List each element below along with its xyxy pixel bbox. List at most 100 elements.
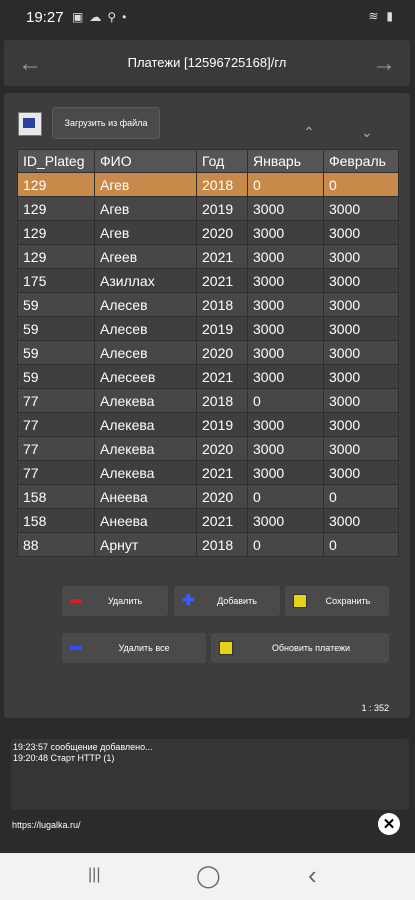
table-cell[interactable]: 129	[17, 220, 95, 245]
table-cell[interactable]: 3000	[247, 460, 324, 485]
table-cell[interactable]: 3000	[323, 244, 399, 269]
table-cell[interactable]: 3000	[323, 196, 399, 221]
table-row[interactable]: 129 Агеев 2021 3000 3000	[17, 244, 399, 269]
table-cell[interactable]: 3000	[323, 316, 399, 341]
table-cell[interactable]: 0	[323, 172, 399, 197]
add-button[interactable]: ✚ Добавить	[174, 586, 280, 616]
column-header[interactable]: ID_Plateg	[17, 149, 95, 173]
table-cell[interactable]: 2021	[196, 244, 248, 269]
load-from-file-button[interactable]: Загрузить из файла	[52, 107, 160, 139]
table-row[interactable]: 59 Алесеев 2021 3000 3000	[17, 364, 399, 389]
table-cell[interactable]: 3000	[247, 292, 324, 317]
table-row[interactable]: 59 Алесев 2019 3000 3000	[17, 316, 399, 341]
table-cell[interactable]: Агеев	[94, 244, 197, 269]
scroll-up-icon[interactable]: ⌃	[303, 124, 315, 141]
table-cell[interactable]: Алесеев	[94, 364, 197, 389]
table-row[interactable]: 158 Анеева 2021 3000 3000	[17, 508, 399, 533]
column-header[interactable]: Февраль	[323, 149, 399, 173]
table-cell[interactable]: 77	[17, 436, 95, 461]
table-cell[interactable]: 2020	[196, 436, 248, 461]
table-cell[interactable]: 0	[247, 484, 324, 509]
table-cell[interactable]: Арнут	[94, 532, 197, 557]
table-cell[interactable]: 129	[17, 244, 95, 269]
refresh-payments-button[interactable]: Обновить платежи	[211, 633, 389, 663]
table-cell[interactable]: Агев	[94, 196, 197, 221]
nav-back-icon[interactable]: ‹	[308, 860, 317, 891]
table-cell[interactable]: 2018	[196, 388, 248, 413]
table-cell[interactable]: 3000	[247, 340, 324, 365]
table-cell[interactable]: 77	[17, 412, 95, 437]
table-row[interactable]: 129 Агев 2019 3000 3000	[17, 196, 399, 221]
table-cell[interactable]: 3000	[247, 196, 324, 221]
table-cell[interactable]: 3000	[323, 292, 399, 317]
table-cell[interactable]: Анеева	[94, 508, 197, 533]
table-cell[interactable]: 2021	[196, 268, 248, 293]
table-row[interactable]: 59 Алесев 2018 3000 3000	[17, 292, 399, 317]
table-cell[interactable]: 59	[17, 364, 95, 389]
table-cell[interactable]: 0	[247, 388, 324, 413]
table-cell[interactable]: 3000	[247, 412, 324, 437]
recent-apps-icon[interactable]: |||	[88, 866, 100, 884]
table-cell[interactable]: 2021	[196, 460, 248, 485]
table-cell[interactable]: Агев	[94, 172, 197, 197]
table-cell[interactable]: 3000	[323, 364, 399, 389]
table-cell[interactable]: 2020	[196, 340, 248, 365]
table-cell[interactable]: 3000	[323, 508, 399, 533]
table-cell[interactable]: 59	[17, 316, 95, 341]
column-header[interactable]: Январь	[247, 149, 324, 173]
site-link[interactable]: https://lugalka.ru/	[12, 820, 81, 830]
table-cell[interactable]: 3000	[323, 340, 399, 365]
table-cell[interactable]: Алекева	[94, 388, 197, 413]
table-cell[interactable]: 3000	[323, 220, 399, 245]
save-button[interactable]: Сохранить	[285, 586, 389, 616]
table-cell[interactable]: 3000	[323, 412, 399, 437]
table-cell[interactable]: 2019	[196, 196, 248, 221]
table-row[interactable]: 158 Анеева 2020 0 0	[17, 484, 399, 509]
table-cell[interactable]: Алесев	[94, 292, 197, 317]
table-cell[interactable]: 59	[17, 340, 95, 365]
scroll-down-icon[interactable]: ⌄	[361, 124, 373, 141]
table-cell[interactable]: 0	[323, 532, 399, 557]
table-cell[interactable]: 3000	[247, 508, 324, 533]
table-row[interactable]: 59 Алесев 2020 3000 3000	[17, 340, 399, 365]
forward-arrow-icon[interactable]: →	[372, 50, 396, 78]
table-cell[interactable]: 77	[17, 460, 95, 485]
table-cell[interactable]: 2018	[196, 172, 248, 197]
table-row[interactable]: 88 Арнут 2018 0 0	[17, 532, 399, 557]
table-cell[interactable]: 77	[17, 388, 95, 413]
table-cell[interactable]: 3000	[323, 268, 399, 293]
column-header[interactable]: ФИО	[94, 149, 197, 173]
table-cell[interactable]: 0	[247, 532, 324, 557]
back-arrow-icon[interactable]: ←	[18, 50, 42, 78]
table-cell[interactable]: 3000	[247, 220, 324, 245]
table-cell[interactable]: Агев	[94, 220, 197, 245]
table-cell[interactable]: 129	[17, 172, 95, 197]
table-cell[interactable]: 3000	[247, 244, 324, 269]
table-row[interactable]: 77 Алекева 2018 0 3000	[17, 388, 399, 413]
table-cell[interactable]: Алекева	[94, 436, 197, 461]
table-cell[interactable]: 3000	[323, 460, 399, 485]
table-cell[interactable]: 88	[17, 532, 95, 557]
delete-button[interactable]: Удалить	[62, 586, 168, 616]
column-header[interactable]: Год	[196, 149, 248, 173]
table-cell[interactable]: 2018	[196, 532, 248, 557]
table-cell[interactable]: 59	[17, 292, 95, 317]
table-cell[interactable]: 175	[17, 268, 95, 293]
file-icon[interactable]	[18, 112, 42, 136]
table-cell[interactable]: 2019	[196, 412, 248, 437]
table-cell[interactable]: 158	[17, 484, 95, 509]
table-cell[interactable]: 2021	[196, 364, 248, 389]
table-cell[interactable]: 3000	[247, 268, 324, 293]
table-row[interactable]: 129 Агев 2018 0 0	[17, 172, 399, 197]
table-cell[interactable]: Азиллах	[94, 268, 197, 293]
table-cell[interactable]: 3000	[247, 436, 324, 461]
table-cell[interactable]: Алекева	[94, 412, 197, 437]
table-cell[interactable]: 3000	[247, 364, 324, 389]
table-cell[interactable]: 2018	[196, 292, 248, 317]
table-cell[interactable]: 129	[17, 196, 95, 221]
table-row[interactable]: 77 Алекева 2019 3000 3000	[17, 412, 399, 437]
table-cell[interactable]: 3000	[247, 316, 324, 341]
table-cell[interactable]: Алесев	[94, 340, 197, 365]
close-icon[interactable]: ✕	[378, 813, 400, 835]
table-cell[interactable]: 3000	[323, 388, 399, 413]
